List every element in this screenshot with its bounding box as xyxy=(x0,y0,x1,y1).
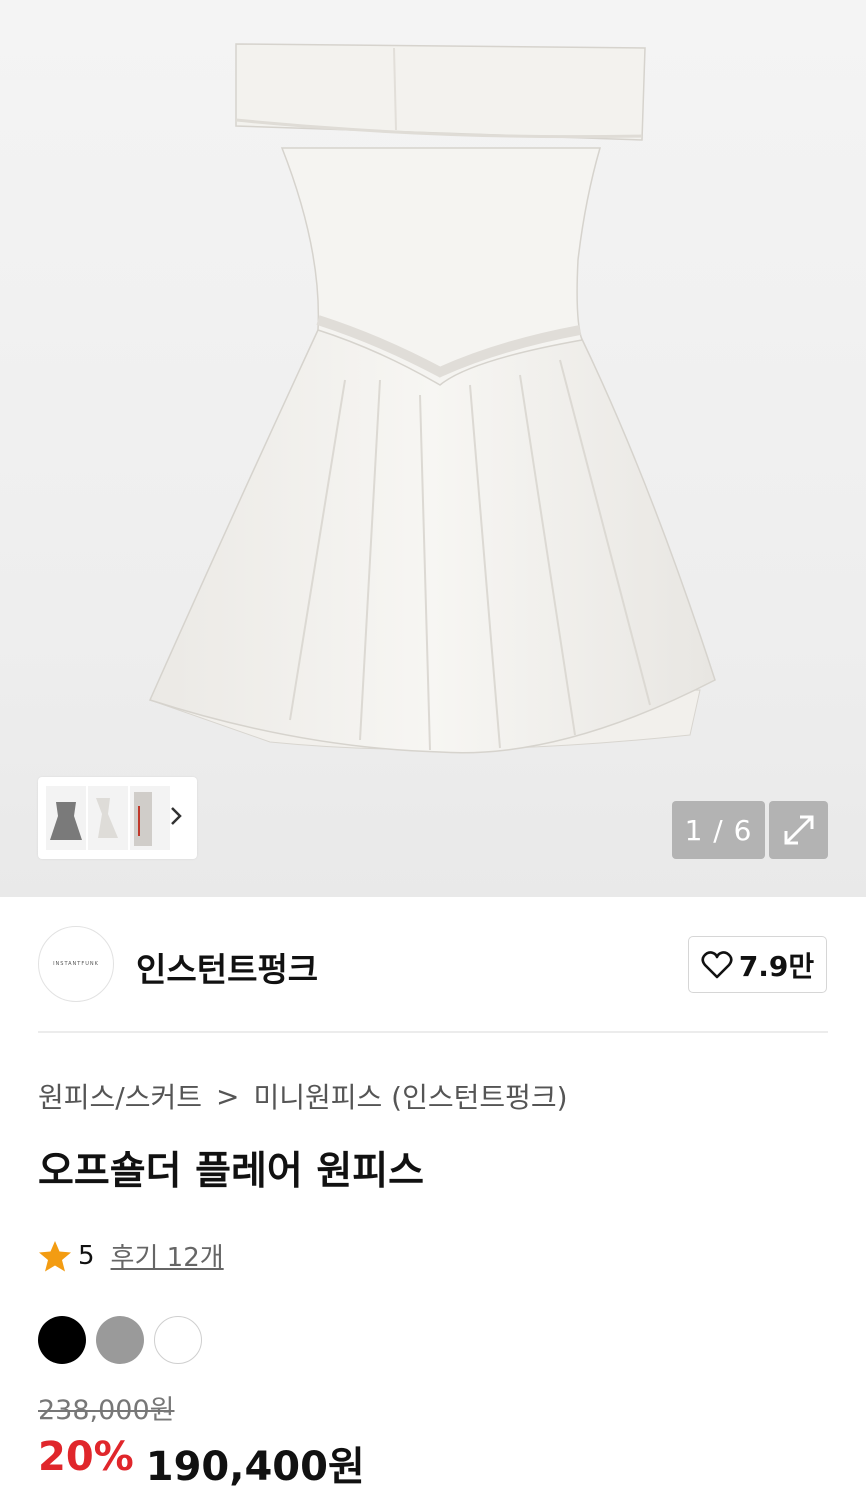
color-options xyxy=(38,1316,212,1364)
thumbnail-strip[interactable] xyxy=(38,777,197,859)
price-row: 20% 190,400원 xyxy=(38,1434,365,1492)
heart-icon xyxy=(701,950,733,978)
rating-row: 5 후기 12개 xyxy=(38,1237,224,1274)
expand-icon xyxy=(784,815,813,845)
breadcrumb: 원피스/스커트 > 미니원피스 (인스턴트펑크) xyxy=(38,1076,568,1116)
breadcrumb-category[interactable]: 원피스/스커트 xyxy=(38,1076,202,1116)
color-swatch-black[interactable] xyxy=(38,1316,86,1364)
divider xyxy=(38,1031,828,1033)
brand-row: INSTANTFUNK 인스턴트펑크 7.9만 xyxy=(38,926,828,1006)
thumbnail-item[interactable] xyxy=(46,786,86,850)
reviews-link[interactable]: 후기 12개 xyxy=(111,1237,224,1274)
product-photo-dress xyxy=(148,43,716,754)
sale-price: 190,400원 xyxy=(145,1444,365,1490)
thumbnail-item[interactable] xyxy=(130,786,170,850)
product-image-gallery[interactable]: 1 / 6 xyxy=(0,0,866,897)
product-title: 오프숄더 플레어 원피스 xyxy=(38,1149,424,1194)
rating-score: 5 xyxy=(78,1240,95,1271)
image-counter: 1 / 6 xyxy=(672,801,765,859)
brand-logo[interactable]: INSTANTFUNK xyxy=(38,926,114,1002)
brand-name[interactable]: 인스턴트펑크 xyxy=(136,943,318,991)
color-swatch-gray[interactable] xyxy=(96,1316,144,1364)
chevron-right-icon[interactable] xyxy=(169,805,183,827)
original-price: 238,000원 xyxy=(38,1395,175,1426)
like-button[interactable]: 7.9만 xyxy=(688,936,827,993)
expand-button[interactable] xyxy=(769,801,828,859)
color-swatch-white[interactable] xyxy=(154,1316,202,1364)
thumbnail-item[interactable] xyxy=(88,786,128,850)
breadcrumb-separator: > xyxy=(216,1079,240,1113)
discount-rate: 20% xyxy=(38,1434,134,1480)
star-icon xyxy=(39,1240,71,1271)
breadcrumb-subcategory[interactable]: 미니원피스 (인스턴트펑크) xyxy=(253,1076,567,1116)
like-count: 7.9만 xyxy=(738,949,815,983)
